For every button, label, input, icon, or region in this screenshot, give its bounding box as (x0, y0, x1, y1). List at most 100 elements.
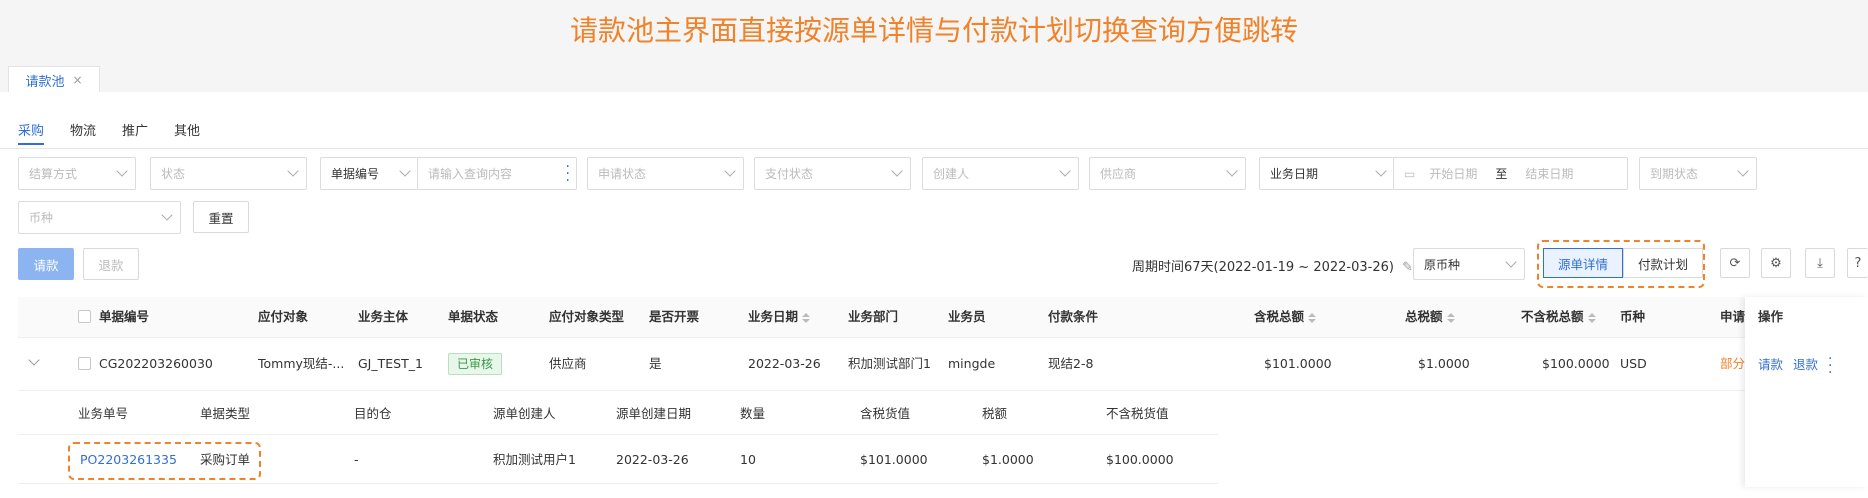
status-placeholder: 状态 (161, 167, 186, 181)
cell-currency: USD (1620, 356, 1647, 371)
currency-mode-select[interactable]: 原币种 (1413, 248, 1525, 280)
op-request-link[interactable]: 请款 (1758, 338, 1783, 391)
col-status: 单据状态 (448, 309, 499, 324)
cell-status: 已审核 (448, 338, 503, 390)
sub-col-created: 源单创建日期 (616, 406, 692, 421)
due-status-select[interactable]: 到期状态 (1639, 157, 1757, 190)
divider (0, 148, 1868, 149)
refund-button[interactable]: 退款 (83, 248, 139, 280)
sub-col-qty: 数量 (740, 406, 766, 421)
reset-button[interactable]: 重置 (193, 201, 249, 233)
op-refund-link[interactable]: 退款 (1793, 338, 1818, 391)
chevron-down-icon (1505, 256, 1517, 268)
col-terms: 付款条件 (1048, 309, 1099, 324)
cell-entity: GJ_TEST_1 (358, 356, 423, 371)
col-doc-no: 单据编号 (99, 309, 150, 324)
pay-status-placeholder: 支付状态 (765, 167, 814, 181)
select-all-checkbox[interactable] (78, 310, 91, 323)
settle-placeholder: 结算方式 (29, 167, 78, 181)
col-dept: 业务部门 (848, 309, 899, 324)
period-label: 周期时间67天(2022-01-19 ~ 2022-03-26) ✎ (1132, 256, 1413, 275)
col-currency: 币种 (1620, 309, 1646, 324)
gear-icon[interactable]: ⚙ (1761, 248, 1791, 278)
close-icon[interactable]: × (72, 73, 82, 87)
date-separator: 至 (1495, 167, 1508, 181)
biz-date-type-select[interactable]: 业务日期 (1259, 157, 1394, 190)
col-entity: 业务主体 (358, 309, 409, 324)
col-total-tax-incl-label: 含税总额 (1254, 309, 1305, 324)
doc-type-select[interactable]: 单据编号 (320, 157, 418, 190)
pay-status-select[interactable]: 支付状态 (754, 157, 911, 190)
more-vertical-icon[interactable]: · · · (1828, 338, 1832, 391)
status-select[interactable]: 状态 (150, 157, 307, 190)
chevron-down-icon (116, 165, 128, 177)
sub-creator: 积加测试用户1 (493, 452, 576, 467)
date-range-picker[interactable]: ▭ 开始日期 至 结束日期 (1393, 157, 1628, 190)
chevron-down-icon (1226, 165, 1238, 177)
cell-payee: Tommy现结-... (258, 356, 345, 371)
chevron-down-icon (399, 165, 411, 177)
banner-title: 请款池主界面直接按源单详情与付款计划切换查询方便跳转 (569, 14, 1298, 47)
sub-col-doc-type: 单据类型 (200, 406, 251, 421)
col-payee: 应付对象 (258, 309, 309, 324)
tab-request-pool[interactable]: 请款池 × (8, 66, 100, 93)
col-invoiced: 是否开票 (649, 309, 700, 324)
row-checkbox[interactable] (78, 357, 91, 370)
col-biz-date[interactable]: 业务日期 (748, 297, 811, 337)
apply-status-select[interactable]: 申请状态 (587, 157, 744, 190)
sort-icon[interactable] (802, 312, 811, 323)
category-tabs: 采购 物流 推广 其他 (18, 120, 200, 145)
cell-apply: 部分 (1720, 356, 1746, 371)
operations-column: 操作 请款 退款 · · · (1745, 297, 1868, 487)
biz-date-value: 业务日期 (1270, 167, 1319, 181)
more-icon[interactable]: · · · (566, 160, 570, 188)
creator-select[interactable]: 创建人 (922, 157, 1079, 190)
sub-created: 2022-03-26 (616, 452, 689, 467)
col-payee-type: 应付对象类型 (549, 309, 625, 324)
sort-icon[interactable] (1308, 312, 1317, 323)
refresh-icon[interactable]: ⟳ (1720, 248, 1750, 278)
status-badge: 已审核 (448, 353, 503, 375)
chevron-down-icon (891, 165, 903, 177)
cell-invoiced: 是 (649, 356, 662, 371)
ops-header: 操作 (1758, 309, 1784, 324)
chevron-down-icon (1059, 165, 1071, 177)
creator-placeholder: 创建人 (933, 167, 970, 181)
col-apply: 申请 (1720, 309, 1746, 324)
cell-total-tax-incl: $101.0000 (1264, 356, 1332, 371)
col-total-tax[interactable]: 总税额 (1405, 297, 1455, 337)
highlight-view-switch (1537, 240, 1705, 288)
download-icon[interactable]: ⤓ (1805, 248, 1835, 278)
tab-logistics[interactable]: 物流 (70, 120, 96, 145)
sub-col-value-excl: 不含税货值 (1106, 406, 1169, 421)
query-placeholder: 请输入查询内容 (428, 167, 513, 181)
col-total-tax-incl[interactable]: 含税总额 (1254, 297, 1317, 337)
currency-select[interactable]: 币种 (18, 201, 181, 234)
period-text: 周期时间67天(2022-01-19 ~ 2022-03-26) (1132, 260, 1394, 275)
start-date-placeholder: 开始日期 (1429, 167, 1478, 181)
chevron-down-icon (1375, 165, 1387, 177)
cell-total-excl: $100.0000 (1542, 356, 1610, 371)
tab-other[interactable]: 其他 (174, 120, 200, 145)
cell-dept: 积加测试部门1 (848, 356, 931, 371)
sub-col-value-incl: 含税货值 (860, 406, 911, 421)
due-status-placeholder: 到期状态 (1650, 167, 1699, 181)
supplier-placeholder: 供应商 (1100, 167, 1137, 181)
sub-warehouse: - (354, 452, 359, 467)
tab-purchase[interactable]: 采购 (18, 120, 45, 145)
help-icon[interactable]: ? (1847, 248, 1868, 278)
chevron-down-icon (161, 209, 173, 221)
chevron-down-icon (287, 165, 299, 177)
col-total-excl[interactable]: 不含税总额 (1521, 297, 1596, 337)
col-biz-date-label: 业务日期 (748, 309, 799, 324)
settle-select[interactable]: 结算方式 (18, 157, 136, 190)
sort-icon[interactable] (1587, 312, 1596, 323)
sort-icon[interactable] (1446, 312, 1455, 323)
tab-label: 请款池 (25, 74, 65, 90)
query-input[interactable]: 请输入查询内容 · · · (417, 157, 577, 190)
request-button[interactable]: 请款 (18, 248, 74, 280)
tab-promotion[interactable]: 推广 (122, 120, 148, 145)
supplier-select[interactable]: 供应商 (1089, 157, 1246, 190)
edit-icon[interactable]: ✎ (1402, 260, 1413, 275)
cell-payee-type: 供应商 (549, 356, 587, 371)
